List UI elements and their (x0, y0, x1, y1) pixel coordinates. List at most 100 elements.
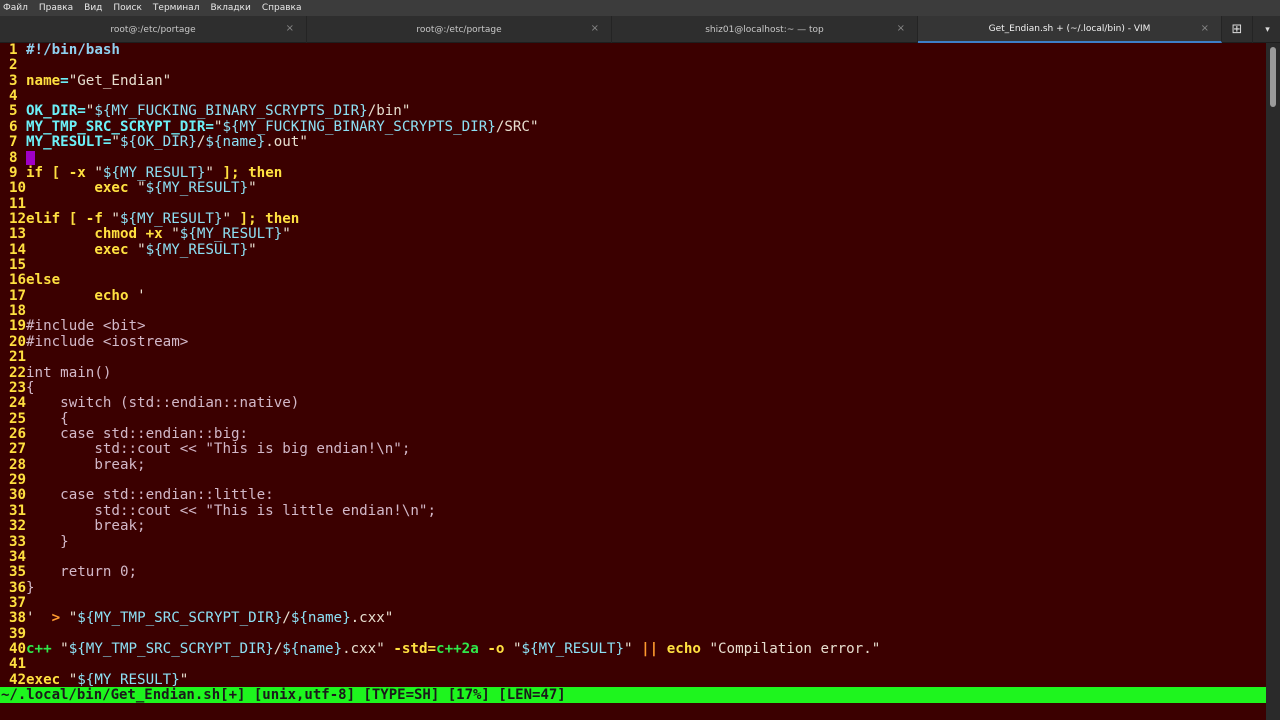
close-icon[interactable]: × (1201, 23, 1209, 34)
vim-buffer[interactable]: 1 #!/bin/bash 2 3 name="Get_Endian" 4 5 OK_DIR=… (0, 43, 1266, 688)
line-number: 31 (9, 502, 27, 519)
tab-title: root@:/etc/portage (110, 24, 196, 35)
code-line[interactable]: 3 name="Get_Endian" (0, 73, 171, 89)
close-icon[interactable]: × (286, 23, 294, 34)
code-line[interactable]: 4 (0, 88, 26, 105)
tab-terminal-1[interactable]: root@:/etc/portage × (0, 16, 307, 43)
code-line[interactable]: 24 switch (std::endian::native) (0, 395, 299, 411)
line-number: 6 (9, 118, 18, 135)
code-line[interactable]: 29 (0, 472, 26, 488)
line-number: 11 (9, 195, 27, 212)
close-icon[interactable]: × (591, 23, 599, 34)
code-line[interactable]: 19#include <bit> (0, 319, 146, 335)
tab-vim-active[interactable]: Get_Endian.sh + (~/.local/bin) - VIM × (918, 16, 1222, 43)
line-number: 1 (9, 43, 18, 58)
code-line[interactable]: 9 if [ -x "${MY_RESULT}" ]; then (0, 164, 282, 181)
code-token: ${MY_FUCKING_BINARY_SCRYPTS_DIR} (222, 118, 496, 135)
code-token: / (282, 610, 291, 627)
code-line[interactable]: 26 case std::endian::big: (0, 426, 248, 442)
code-token: .cxx" (342, 641, 385, 658)
code-line[interactable]: 22int main() (0, 365, 111, 381)
code-token: ${MY_RESULT} (145, 241, 249, 258)
code-line[interactable]: 39 (0, 626, 26, 642)
code-token: ${MY_RESULT} (102, 164, 206, 181)
code-token: if (26, 164, 44, 181)
code-line[interactable]: 37 (0, 595, 26, 611)
code-token: " (205, 164, 214, 181)
code-line[interactable]: 13 chmod +x "${MY_RESULT}" (0, 226, 291, 242)
code-line[interactable]: 21 (0, 349, 26, 365)
menu-search[interactable]: Поиск (113, 3, 142, 13)
code-line[interactable]: 17 echo ' (0, 287, 146, 304)
code-line[interactable]: 33 } (0, 533, 69, 550)
code-line[interactable]: 12elif [ -f "${MY_RESULT}" ]; then (0, 211, 299, 227)
code-token: .out" (265, 134, 308, 151)
code-token: [ -x (51, 164, 95, 181)
line-number: 18 (9, 303, 27, 320)
tab-list-icon[interactable]: ▾ (1255, 16, 1280, 43)
code-token: " (111, 134, 120, 151)
line-number: 35 (9, 564, 27, 581)
code-line[interactable]: 32 break; (0, 518, 146, 534)
code-token: ' (137, 287, 146, 304)
code-token: } (26, 533, 69, 550)
code-line[interactable]: 2 (0, 57, 26, 73)
terminal-scrollbar[interactable] (1266, 43, 1280, 720)
text-cursor (26, 150, 35, 165)
code-line[interactable]: 11 (0, 195, 27, 212)
code-line[interactable]: 41 (0, 657, 26, 673)
code-line[interactable]: 16else (0, 273, 60, 289)
menu-file[interactable]: Файл (3, 3, 28, 13)
menu-edit[interactable]: Правка (39, 3, 73, 13)
code-line[interactable]: 28 break; (0, 457, 146, 473)
code-line[interactable]: 23{ (0, 380, 35, 396)
code-line[interactable]: 42exec "${MY_RESULT}" (0, 671, 188, 688)
code-token: echo (666, 641, 701, 658)
scrollbar-thumb[interactable] (1270, 47, 1276, 107)
code-line[interactable]: 8 (0, 149, 35, 166)
code-line[interactable]: 10 exec "${MY_RESULT}" (0, 180, 257, 197)
code-line[interactable]: 7 MY_RESULT="${OK_DIR}/${name}.out" (0, 134, 308, 151)
code-line[interactable]: 40c++ "${MY_TMP_SRC_SCRYPT_DIR}/${name}.… (0, 641, 880, 658)
code-line[interactable]: 36} (0, 580, 35, 596)
code-token: " (248, 241, 257, 258)
new-tab-icon[interactable]: ⊞ (1222, 16, 1253, 43)
line-number: 7 (9, 134, 18, 151)
code-token: > (51, 610, 61, 627)
terminal-area[interactable]: 1 #!/bin/bash 2 3 name="Get_Endian" 4 5 OK_DIR=… (0, 43, 1280, 720)
tab-terminal-2[interactable]: root@:/etc/portage × (307, 16, 612, 43)
code-line[interactable]: 14 exec "${MY_RESULT}" (0, 241, 257, 258)
code-line[interactable]: 18 (0, 303, 27, 320)
code-token: exec (94, 180, 129, 197)
code-line[interactable]: 30 case std::endian::little: (0, 488, 274, 504)
code-token: #!/bin/bash (26, 43, 120, 58)
code-line[interactable]: 1 #!/bin/bash (0, 43, 120, 58)
code-line[interactable]: 20#include <iostream> (0, 334, 188, 350)
menu-tabs[interactable]: Вкладки (210, 3, 250, 13)
close-icon[interactable]: × (897, 23, 905, 34)
code-token: ${name} (282, 641, 343, 658)
line-number: 8 (9, 149, 18, 166)
code-line[interactable]: 5 OK_DIR="${MY_FUCKING_BINARY_SCRYPTS_DIR… (0, 104, 410, 120)
code-token: std::cout << "This is big endian!\n"; (26, 441, 411, 458)
tab-terminal-3[interactable]: shiz01@localhost:~ — top × (612, 16, 918, 43)
menu-view[interactable]: Вид (84, 3, 102, 13)
code-line[interactable]: 25 { (0, 411, 69, 427)
code-line[interactable]: 34 (0, 549, 26, 565)
code-line[interactable]: 31 std::cout << "This is little endian!\… (0, 502, 436, 519)
menu-terminal[interactable]: Терминал (153, 3, 200, 13)
code-token: " (68, 671, 78, 688)
code-line[interactable]: 6 MY_TMP_SRC_SCRYPT_DIR="${MY_FUCKING_BIN… (0, 118, 539, 135)
code-line[interactable]: 15 (0, 257, 26, 273)
menu-help[interactable]: Справка (262, 3, 302, 13)
code-line[interactable]: 27 std::cout << "This is big endian!\n"; (0, 441, 411, 458)
code-line[interactable]: 35 return 0; (0, 564, 137, 581)
code-line[interactable]: 38' > "${MY_TMP_SRC_SCRYPT_DIR}/${name}.… (0, 610, 393, 627)
line-number: 4 (9, 88, 18, 105)
